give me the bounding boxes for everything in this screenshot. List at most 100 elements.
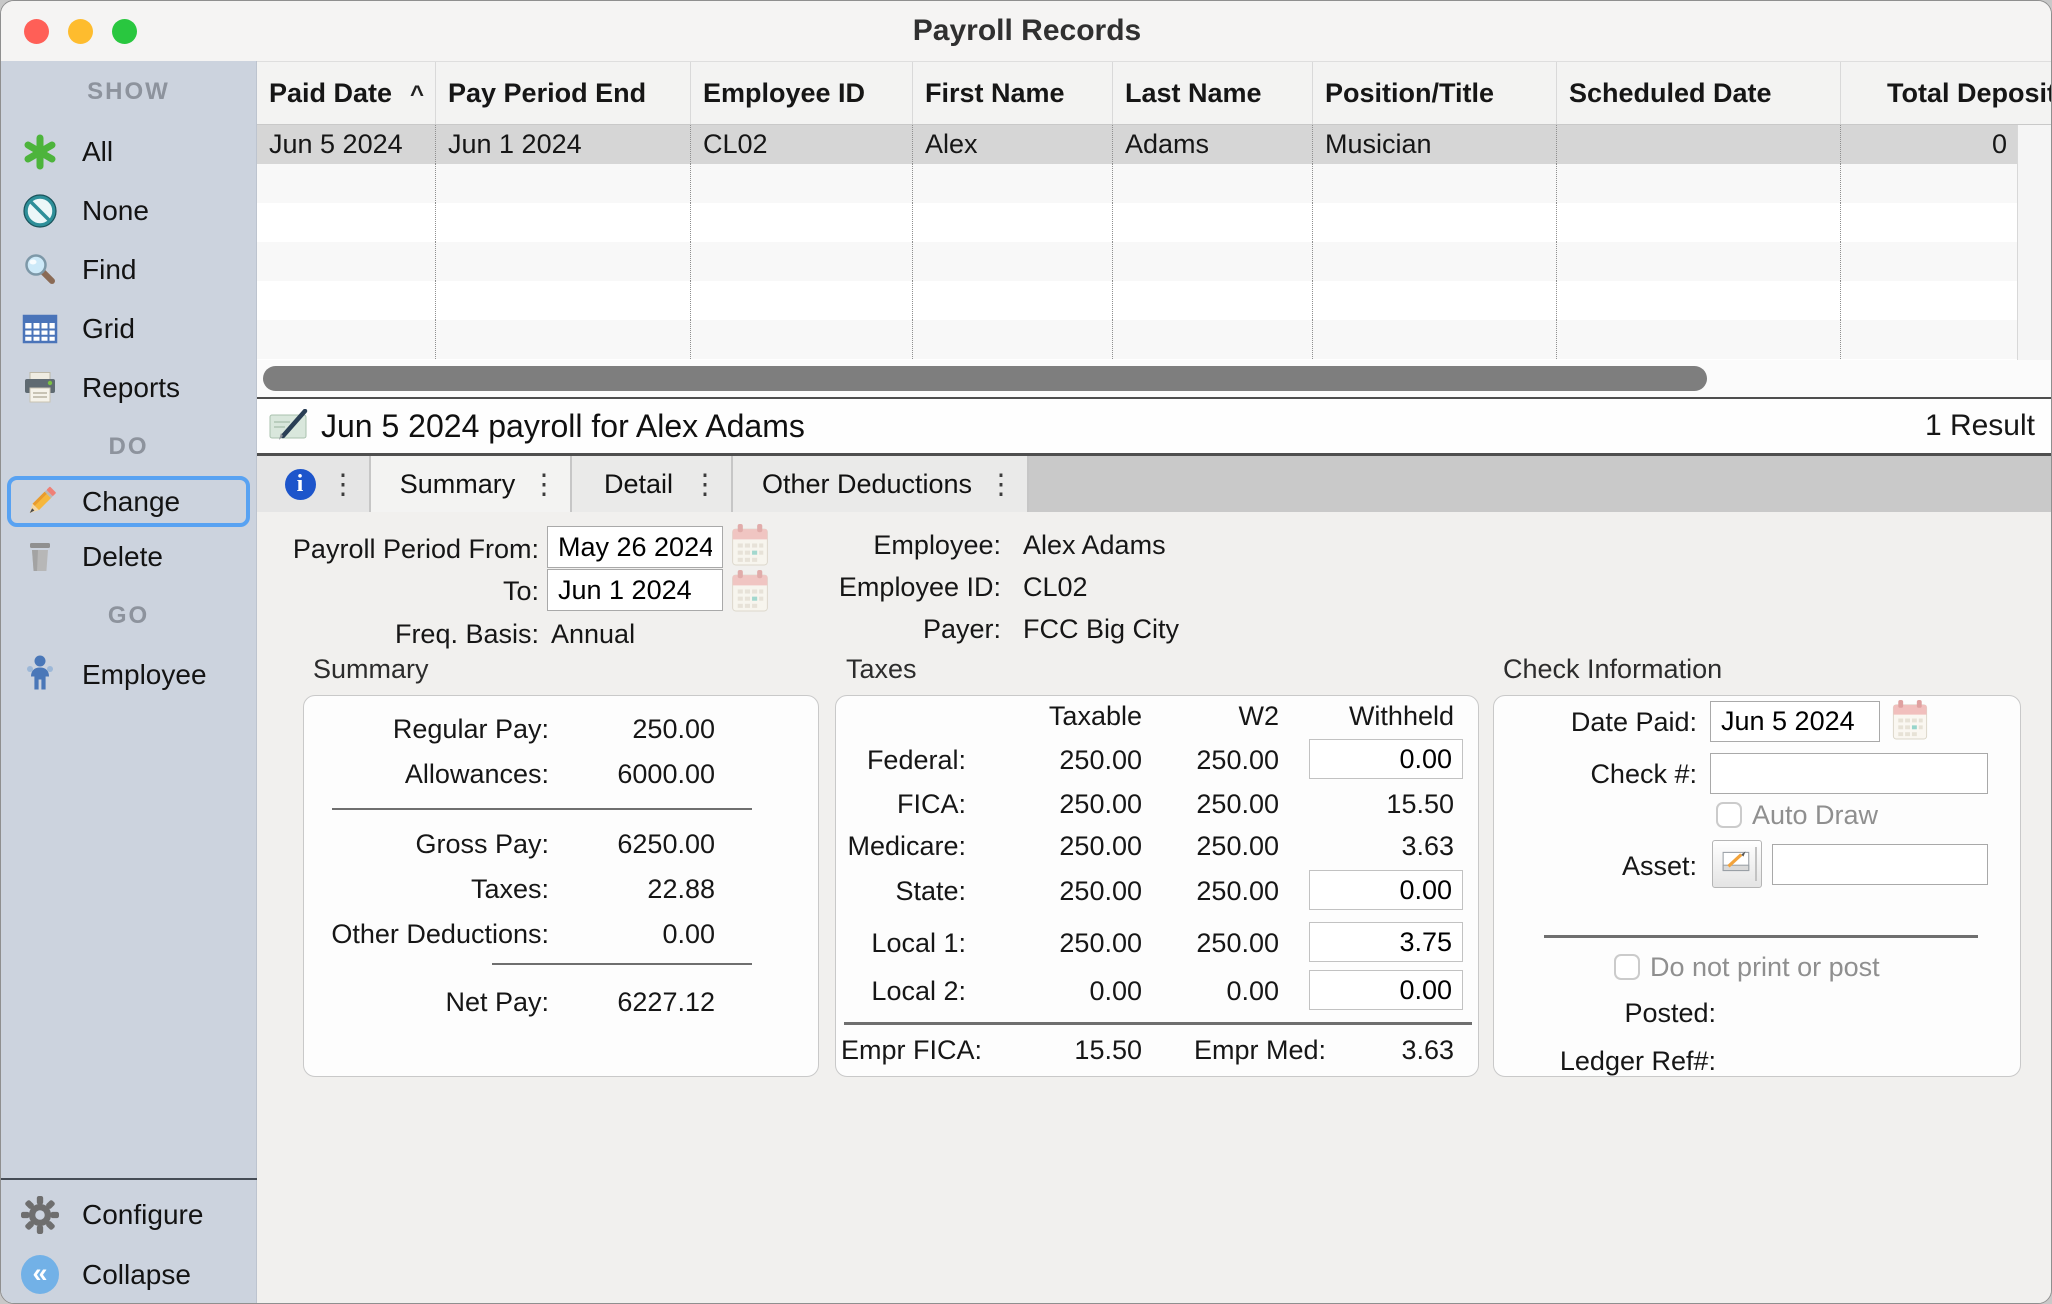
net-pay-value: 6227.12 xyxy=(559,984,715,1020)
sidebar-item-all[interactable]: All xyxy=(1,122,256,181)
sidebar-item-label: Find xyxy=(82,254,136,286)
summary-tab-content: Payroll Period From: To: Freq. Basis: An… xyxy=(257,512,2052,1304)
asset-picker-button[interactable] xyxy=(1712,840,1762,888)
table-row-empty[interactable] xyxy=(257,281,2017,320)
sidebar-item-find[interactable]: Find xyxy=(1,240,256,299)
medicare-withheld: 3.63 xyxy=(1294,828,1454,864)
info-tab-button[interactable]: i ⋮ xyxy=(257,456,369,512)
auto-draw-label: Auto Draw xyxy=(1752,797,1878,833)
sidebar-item-label: Reports xyxy=(82,372,180,404)
tab-summary[interactable]: Summary ⋮ xyxy=(371,456,570,512)
table-row-selected[interactable]: Jun 5 2024 Jun 1 2024 CL02 Alex Adams Mu… xyxy=(257,125,2017,164)
payer-label: Payer: xyxy=(751,612,1001,646)
table-row-empty[interactable] xyxy=(257,242,2017,281)
trash-icon xyxy=(21,536,59,578)
horizontal-scrollbar-track[interactable] xyxy=(257,360,2052,397)
sidebar-item-delete[interactable]: Delete xyxy=(1,527,256,586)
column-header-total-deposit[interactable]: Total Deposit xyxy=(1841,62,2052,124)
sidebar-item-change[interactable]: Change xyxy=(7,476,250,527)
employee-value: Alex Adams xyxy=(1023,528,1166,562)
fica-withheld: 15.50 xyxy=(1294,786,1454,822)
period-to-input[interactable] xyxy=(547,569,723,611)
do-not-print-label: Do not print or post xyxy=(1650,949,1880,985)
pencil-icon xyxy=(21,481,59,523)
column-header-paid-date[interactable]: Paid Date^ xyxy=(257,62,436,124)
sidebar-item-label: Delete xyxy=(82,541,163,573)
sidebar-item-label: Collapse xyxy=(82,1259,191,1291)
column-header-position-title[interactable]: Position/Title xyxy=(1313,62,1557,124)
tab-label: Detail xyxy=(604,469,699,500)
column-header-pay-period-end[interactable]: Pay Period End xyxy=(436,62,691,124)
grid-icon xyxy=(21,308,59,350)
auto-draw-checkbox[interactable] xyxy=(1716,802,1742,828)
regular-pay-value: 250.00 xyxy=(559,711,715,747)
net-pay-label: Net Pay: xyxy=(304,984,549,1020)
taxes-footer-divider xyxy=(844,1022,1472,1025)
tab-overflow-icon: ⋮ xyxy=(691,468,719,501)
state-taxable: 250.00 xyxy=(982,873,1142,909)
record-title: Jun 5 2024 payroll for Alex Adams xyxy=(321,408,805,445)
column-header-employee-id[interactable]: Employee ID xyxy=(691,62,913,124)
sidebar-item-collapse[interactable]: « Collapse xyxy=(1,1245,257,1304)
tab-detail[interactable]: Detail ⋮ xyxy=(572,456,731,512)
date-paid-input[interactable] xyxy=(1710,701,1880,742)
check-number-input[interactable] xyxy=(1710,753,1988,794)
payroll-check-icon xyxy=(269,409,311,443)
cell-employee-id: CL02 xyxy=(691,125,913,164)
table-row-empty[interactable] xyxy=(257,164,2017,203)
federal-w2: 250.00 xyxy=(1119,742,1279,778)
record-status-bar: Jun 5 2024 payroll for Alex Adams 1 Resu… xyxy=(257,399,2052,456)
tab-overflow-icon: ⋮ xyxy=(530,468,558,501)
column-header-last-name[interactable]: Last Name xyxy=(1113,62,1313,124)
check-info-group-title: Check Information xyxy=(1503,654,1722,684)
gross-pay-label: Gross Pay: xyxy=(304,826,549,862)
table-body: Jun 5 2024 Jun 1 2024 CL02 Alex Adams Mu… xyxy=(257,125,2017,359)
local1-taxable: 250.00 xyxy=(982,925,1142,961)
horizontal-scrollbar-thumb[interactable] xyxy=(263,366,1707,391)
titlebar: Payroll Records xyxy=(1,1,2052,61)
sidebar-item-label: Configure xyxy=(82,1199,203,1231)
sidebar-item-none[interactable]: None xyxy=(1,181,256,240)
employee-id-label: Employee ID: xyxy=(751,570,1001,604)
sidebar-divider xyxy=(1,1178,257,1180)
calendar-icon[interactable] xyxy=(1892,698,1928,746)
medicare-w2: 250.00 xyxy=(1119,828,1279,864)
sidebar-item-configure[interactable]: Configure xyxy=(1,1185,257,1244)
taxes-label: Taxes: xyxy=(304,871,549,907)
asset-edit-icon xyxy=(1721,847,1753,882)
no-entry-icon xyxy=(21,190,59,232)
person-icon xyxy=(21,654,59,696)
sidebar-item-reports[interactable]: Reports xyxy=(1,358,256,417)
sidebar-item-label: Change xyxy=(82,486,180,518)
state-withheld-input[interactable] xyxy=(1309,870,1463,910)
employee-id-value: CL02 xyxy=(1023,570,1088,604)
payroll-records-window: Payroll Records SHOW All None Find xyxy=(0,0,2052,1304)
payer-value: FCC Big City xyxy=(1023,612,1179,646)
do-not-print-checkbox[interactable] xyxy=(1614,954,1640,980)
local2-withheld-input[interactable] xyxy=(1309,970,1463,1010)
table-row-empty[interactable] xyxy=(257,320,2017,359)
tab-bar: i ⋮ Summary ⋮ Detail ⋮ Other Deductions … xyxy=(257,456,2052,512)
date-paid-label: Date Paid: xyxy=(1494,704,1697,740)
sidebar-item-label: None xyxy=(82,195,149,227)
tab-other-deductions[interactable]: Other Deductions ⋮ xyxy=(733,456,1027,512)
column-header-first-name[interactable]: First Name xyxy=(913,62,1113,124)
vertical-scrollbar-track[interactable] xyxy=(2017,125,2052,360)
fica-label: FICA: xyxy=(836,786,966,822)
sidebar-item-employee[interactable]: Employee xyxy=(1,645,256,704)
federal-withheld-input[interactable] xyxy=(1309,739,1463,779)
freq-basis-label: Freq. Basis: xyxy=(277,617,539,651)
sidebar-item-label: All xyxy=(82,136,113,168)
payroll-table: Paid Date^ Pay Period End Employee ID Fi… xyxy=(257,61,2052,399)
w2-column-header: W2 xyxy=(1142,698,1279,734)
column-header-scheduled-date[interactable]: Scheduled Date xyxy=(1557,62,1841,124)
local1-withheld-input[interactable] xyxy=(1309,922,1463,962)
empr-fica-label: Empr FICA: xyxy=(836,1032,982,1068)
cell-scheduled-date xyxy=(1557,125,1841,164)
empr-med-value: 3.63 xyxy=(1294,1032,1454,1068)
asset-input[interactable] xyxy=(1772,844,1988,885)
period-from-input[interactable] xyxy=(547,526,723,568)
table-row-empty[interactable] xyxy=(257,203,2017,242)
sidebar-item-grid[interactable]: Grid xyxy=(1,299,256,358)
local2-taxable: 0.00 xyxy=(982,973,1142,1009)
